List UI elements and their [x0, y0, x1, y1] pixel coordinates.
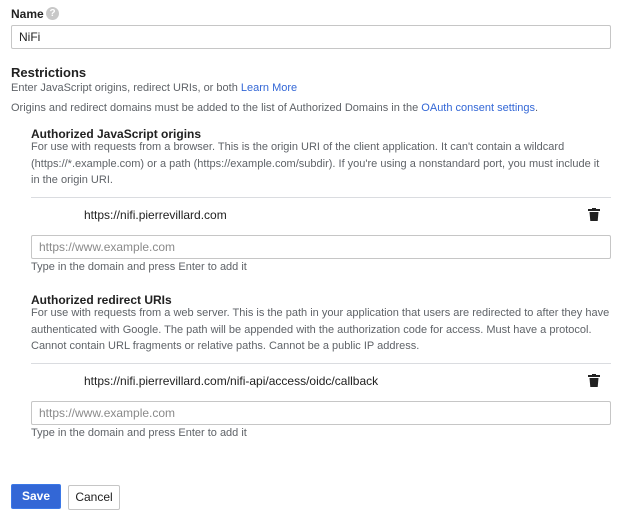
name-label: Name — [11, 7, 44, 21]
redirect-uri-hint: Type in the domain and press Enter to ad… — [31, 427, 247, 439]
js-origins-desc-line: For use with requests from a browser. Th… — [31, 141, 565, 153]
redirect-uri-input[interactable] — [31, 401, 611, 425]
js-origin-entry: https://nifi.pierrevillard.com — [84, 208, 227, 222]
redirect-desc-line: Cannot contain URL fragments or relative… — [31, 340, 420, 352]
trash-icon[interactable] — [588, 374, 600, 387]
redirect-desc-line: authenticated with Google. The path will… — [31, 323, 592, 336]
js-origins-description: For use with requests from a browser. Th… — [31, 139, 599, 189]
domains-text: Origins and redirect domains must be add… — [11, 102, 419, 114]
help-circle-icon[interactable]: ? — [46, 7, 59, 20]
redirect-uris-description: For use with requests from a web server.… — [31, 305, 609, 355]
learn-more-link[interactable]: Learn More — [241, 82, 297, 94]
redirect-desc-line: For use with requests from a web server.… — [31, 307, 610, 319]
trash-icon[interactable] — [588, 208, 600, 221]
cancel-button[interactable]: Cancel — [68, 485, 120, 510]
js-origins-desc-line: in the origin URI. — [31, 174, 113, 186]
name-input[interactable] — [11, 25, 611, 49]
restrictions-intro: Enter JavaScript origins, redirect URIs,… — [11, 80, 297, 97]
js-origin-entry-row: https://nifi.pierrevillard.com — [31, 197, 611, 230]
redirect-uri-entry-row: https://nifi.pierrevillard.com/nifi-api/… — [31, 363, 611, 396]
restrictions-intro-text: Enter JavaScript origins, redirect URIs,… — [11, 82, 238, 94]
restrictions-domains-note: Origins and redirect domains must be add… — [11, 100, 538, 117]
save-button[interactable]: Save — [11, 484, 61, 509]
oauth-consent-link[interactable]: OAuth consent settings — [421, 102, 535, 114]
restrictions-title: Restrictions — [11, 65, 87, 80]
redirect-uri-entry: https://nifi.pierrevillard.com/nifi-api/… — [84, 374, 379, 388]
js-origins-desc-line: (https://*.example.com) or a path (https… — [31, 157, 600, 170]
js-origin-hint: Type in the domain and press Enter to ad… — [31, 261, 247, 273]
js-origin-input[interactable] — [31, 235, 611, 259]
domains-period: . — [535, 102, 539, 114]
